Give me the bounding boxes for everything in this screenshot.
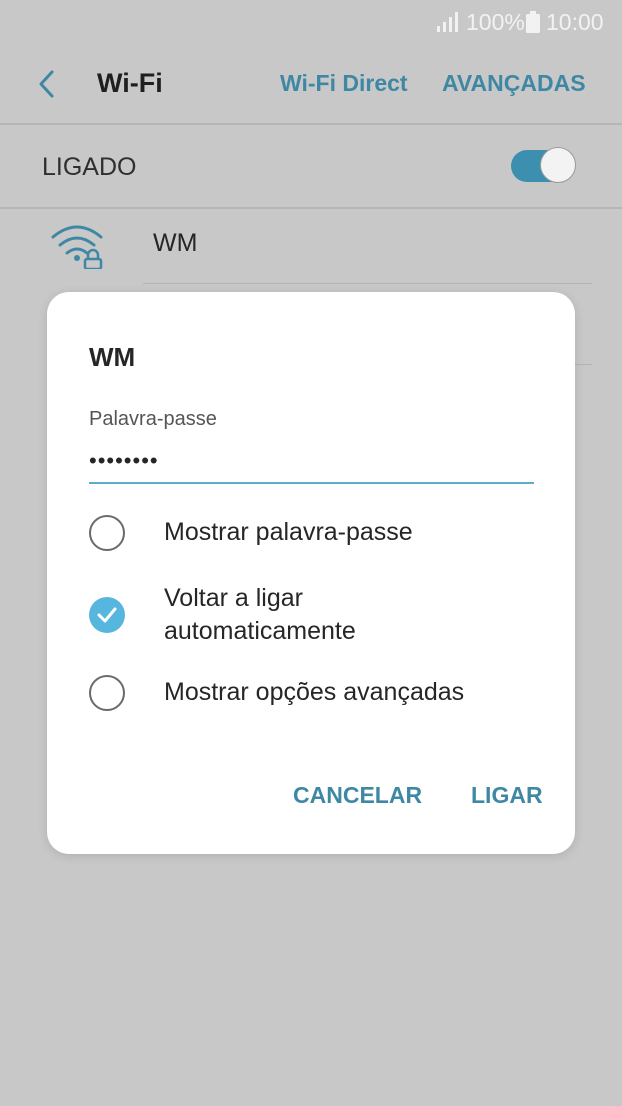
auto-reconnect-option[interactable]: Voltar a ligar automaticamente bbox=[89, 582, 549, 648]
network-list-item[interactable]: WM bbox=[0, 209, 622, 283]
toggle-knob bbox=[540, 147, 576, 183]
dialog-title: WM bbox=[89, 342, 136, 372]
connect-dialog: WM Palavra-passe Mostrar palavra-passe V… bbox=[47, 292, 575, 854]
chevron-left-icon bbox=[39, 70, 54, 98]
auto-reconnect-label-line1: Voltar a ligar bbox=[164, 584, 303, 612]
advanced-options-label: Mostrar opções avançadas bbox=[164, 678, 465, 706]
advanced-button[interactable]: AVANÇADAS bbox=[442, 70, 586, 97]
wifi-lock-icon bbox=[50, 223, 106, 274]
divider bbox=[143, 283, 592, 284]
page-title: Wi-Fi bbox=[97, 68, 163, 98]
auto-reconnect-checkbox[interactable] bbox=[89, 597, 125, 633]
auto-reconnect-label: Voltar a ligar automaticamente bbox=[164, 582, 356, 648]
wifi-direct-button[interactable]: Wi-Fi Direct bbox=[280, 70, 408, 97]
signal-bars-icon bbox=[436, 11, 460, 38]
status-bar: 100% 10:00 bbox=[0, 0, 622, 44]
wifi-toggle-label: LIGADO bbox=[42, 153, 137, 181]
battery-icon bbox=[525, 11, 541, 39]
wifi-toggle-row[interactable]: LIGADO bbox=[0, 125, 622, 207]
checkmark-icon bbox=[97, 607, 117, 623]
show-password-checkbox[interactable] bbox=[89, 515, 125, 551]
cancel-button[interactable]: CANCELAR bbox=[293, 782, 422, 809]
clock: 10:00 bbox=[546, 9, 604, 35]
back-button[interactable] bbox=[30, 66, 66, 102]
connect-button[interactable]: LIGAR bbox=[471, 782, 543, 809]
password-input[interactable] bbox=[89, 440, 534, 484]
app-bar: Wi-Fi Wi-Fi Direct AVANÇADAS bbox=[0, 44, 622, 124]
password-label: Palavra-passe bbox=[89, 408, 217, 430]
show-password-option[interactable]: Mostrar palavra-passe bbox=[89, 515, 549, 551]
wifi-toggle-switch[interactable] bbox=[511, 147, 577, 185]
advanced-options-option[interactable]: Mostrar opções avançadas bbox=[89, 675, 549, 711]
show-password-label: Mostrar palavra-passe bbox=[164, 518, 413, 546]
battery-percentage: 100% bbox=[466, 9, 525, 35]
advanced-options-checkbox[interactable] bbox=[89, 675, 125, 711]
auto-reconnect-label-line2: automaticamente bbox=[164, 617, 356, 645]
network-name: WM bbox=[153, 229, 198, 257]
